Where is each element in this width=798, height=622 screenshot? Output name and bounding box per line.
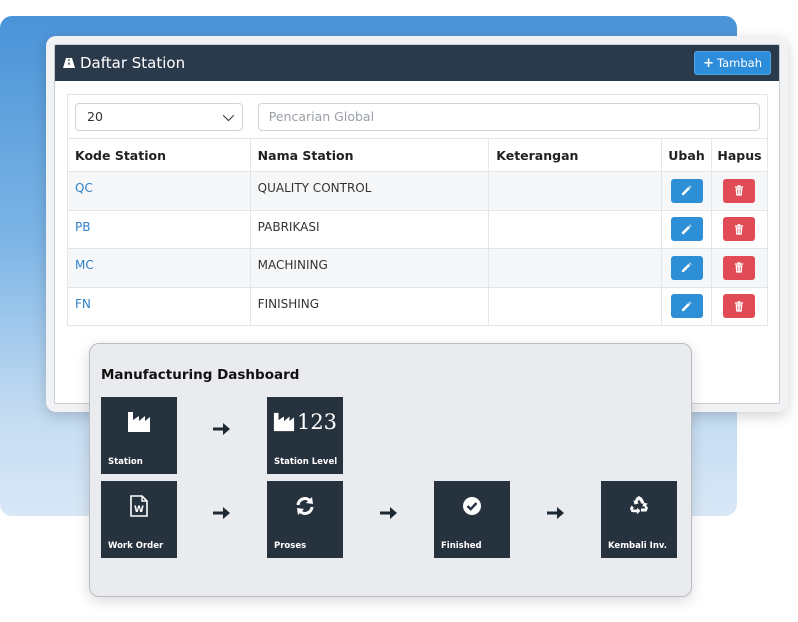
arrow-right-icon (380, 507, 397, 519)
stage: Daftar Station + Tambah 20 Pencarian Glo… (0, 0, 798, 622)
add-button-label: Tambah (716, 56, 762, 70)
edit-button[interactable] (670, 255, 703, 280)
edit-cell (661, 171, 712, 211)
station-code-link[interactable]: FN (67, 286, 251, 326)
word-document-icon: W (101, 493, 177, 519)
station-note (488, 248, 663, 288)
trash-icon (735, 185, 744, 196)
delete-button[interactable] (723, 294, 756, 319)
tile-station[interactable]: Station (101, 397, 177, 474)
plus-icon: + (703, 55, 714, 71)
tile-work-order[interactable]: W Work Order (101, 481, 177, 558)
card-title: Daftar Station (63, 54, 185, 72)
delete-cell (710, 171, 769, 211)
trash-icon (735, 300, 744, 312)
card-header: Daftar Station + Tambah (55, 45, 779, 81)
tile-label: Work Order (108, 541, 164, 551)
manufacturing-dashboard: Manufacturing Dashboard Station 123 Stat… (89, 343, 692, 597)
sync-icon (267, 493, 343, 519)
station-code-link[interactable]: PB (67, 209, 251, 249)
global-search-input[interactable]: Pencarian Global (257, 102, 760, 131)
station-code-link[interactable]: QC (67, 171, 251, 211)
arrow-right-icon (213, 507, 230, 519)
station-note (488, 171, 663, 211)
dashboard-title: Manufacturing Dashboard (101, 367, 300, 383)
edit-cell (661, 209, 712, 249)
add-button[interactable]: + Tambah (694, 51, 771, 75)
pencil-icon (681, 262, 692, 273)
pencil-icon (681, 224, 692, 234)
road-icon (63, 58, 75, 68)
delete-button[interactable] (723, 178, 756, 203)
recycle-icon (601, 493, 677, 519)
edit-cell (661, 286, 712, 326)
search-placeholder: Pencarian Global (268, 109, 375, 124)
factory-icon (101, 409, 177, 435)
station-code-link[interactable]: MC (67, 248, 251, 288)
arrow-right-icon (213, 423, 230, 435)
check-circle-icon (434, 493, 510, 519)
tile-label: Station Level (274, 457, 338, 467)
svg-text:W: W (134, 505, 144, 515)
pencil-icon (681, 185, 692, 196)
table-header-row: Kode Station Nama Station Keterangan Uba… (67, 138, 769, 172)
tile-station-level[interactable]: 123 Station Level (267, 397, 343, 474)
page-size-value: 20 (87, 109, 103, 124)
edit-button[interactable] (670, 217, 703, 242)
tile-label: Proses (274, 541, 307, 551)
station-name: QUALITY CONTROL (249, 171, 490, 211)
edit-button[interactable] (670, 294, 703, 319)
trash-icon (735, 223, 744, 235)
station-table: Kode Station Nama Station Keterangan Uba… (67, 138, 769, 326)
card-title-text: Daftar Station (80, 54, 186, 72)
delete-button[interactable] (723, 255, 756, 280)
tile-label: Kembali Inv. (608, 541, 667, 551)
table-controls: 20 Pencarian Global (67, 94, 768, 138)
col-ubah: Ubah (661, 138, 712, 172)
page-size-select[interactable]: 20 (75, 102, 243, 131)
table-row: FN FINISHING (67, 286, 769, 326)
station-name: MACHINING (249, 248, 490, 288)
col-keterangan[interactable]: Keterangan (488, 138, 663, 172)
delete-button[interactable] (723, 217, 756, 242)
station-name: FINISHING (249, 286, 490, 326)
col-hapus: Hapus (710, 138, 769, 172)
col-nama-station[interactable]: Nama Station (249, 138, 490, 172)
station-note (488, 209, 663, 249)
edit-cell (661, 248, 712, 288)
table-row: MC MACHINING (67, 248, 769, 288)
chevron-down-icon (222, 109, 234, 121)
delete-cell (710, 248, 769, 288)
edit-button[interactable] (670, 178, 703, 203)
pencil-icon (681, 301, 692, 311)
station-name: PABRIKASI (249, 209, 490, 249)
col-kode-station[interactable]: Kode Station (67, 138, 251, 172)
tile-proses[interactable]: Proses (267, 481, 343, 558)
delete-cell (710, 286, 769, 326)
arrow-right-icon (547, 507, 564, 519)
factory-level-icon: 123 (267, 409, 343, 435)
station-note (488, 286, 663, 326)
table-row: PB PABRIKASI (67, 209, 769, 249)
tile-label: Station (108, 457, 143, 467)
delete-cell (710, 209, 769, 249)
tile-label: Finished (441, 541, 482, 551)
trash-icon (735, 262, 744, 273)
tile-kembali-inv[interactable]: Kembali Inv. (601, 481, 677, 558)
station-table-wrap: 20 Pencarian Global Kode Station Nama St… (67, 94, 769, 326)
tile-finished[interactable]: Finished (434, 481, 510, 558)
table-row: QC QUALITY CONTROL (67, 171, 769, 211)
station-level-number: 123 (296, 410, 338, 434)
